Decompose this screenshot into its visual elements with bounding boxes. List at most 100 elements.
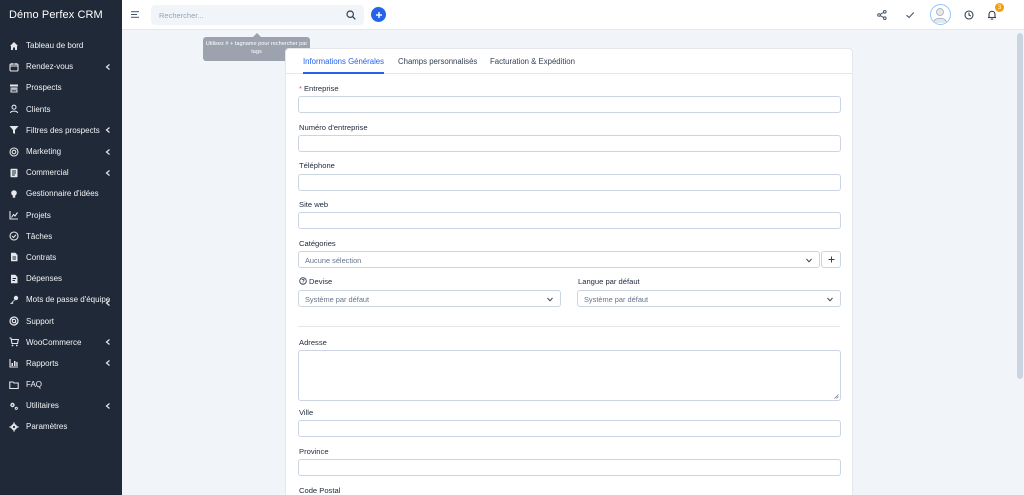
- company-field[interactable]: [298, 96, 841, 113]
- receipt-icon: [9, 274, 19, 284]
- chevron-left-icon: [105, 360, 110, 367]
- quick-add-button[interactable]: [371, 7, 386, 22]
- share-icon: [877, 10, 887, 20]
- categories-label: Catégories: [299, 239, 336, 248]
- currency-label-text: Devise: [309, 277, 333, 286]
- sidebar-item-support[interactable]: Support: [0, 310, 122, 331]
- city-field[interactable]: [298, 420, 841, 437]
- user-avatar-icon: [933, 8, 947, 24]
- search-box: [151, 5, 364, 25]
- city-label: Ville: [299, 408, 314, 417]
- sidebar-item-utilitaires[interactable]: Utilitaires: [0, 395, 122, 416]
- sidebar-item-depenses[interactable]: Dépenses: [0, 268, 122, 289]
- notification-count-badge: 3: [995, 3, 1004, 12]
- sidebar-item-label: Projets: [26, 210, 51, 220]
- sidebar-item-filtres-des-prospects[interactable]: Filtres des prospects: [0, 120, 122, 141]
- check-circle-icon: [9, 231, 19, 241]
- chevron-left-icon: [105, 402, 110, 409]
- sidebar-item-tableau-de-bord[interactable]: Tableau de bord: [0, 35, 122, 56]
- target-icon: [9, 146, 19, 157]
- sidebar-item-clients[interactable]: Clients: [0, 99, 122, 120]
- chevron-left-icon: [105, 169, 110, 176]
- sidebar-item-prospects[interactable]: Prospects: [0, 77, 122, 98]
- sidebar-item-label: Clients: [26, 104, 51, 114]
- document-icon: [9, 168, 19, 178]
- categories-select[interactable]: Aucune sélection: [298, 251, 820, 268]
- currency-select[interactable]: Système par défaut: [298, 290, 561, 307]
- top-header: 3: [122, 0, 1024, 30]
- form-tabs: Informations Générales Champs personnali…: [286, 49, 852, 74]
- province-field[interactable]: [298, 459, 841, 476]
- company-number-field[interactable]: [298, 135, 841, 152]
- sidebar-menu: Tableau de bord Rendez-vous Prospects Cl…: [0, 35, 122, 438]
- user-icon: [9, 104, 19, 114]
- sidebar-item-label: Gestionnaire d'idées: [26, 189, 99, 199]
- sidebar-item-contrats[interactable]: Contrats: [0, 247, 122, 268]
- chevron-left-icon: [105, 63, 110, 70]
- lightbulb-icon: [9, 189, 19, 199]
- avatar[interactable]: [930, 4, 951, 25]
- sidebar-item-rendez-vous[interactable]: Rendez-vous: [0, 56, 122, 77]
- resize-handle-icon[interactable]: [834, 394, 839, 399]
- chevron-left-icon: [105, 300, 110, 307]
- chevron-down-icon: [806, 258, 812, 263]
- website-label: Site web: [299, 200, 329, 209]
- sidebar-item-mots-de-passe[interactable]: Mots de passe d'équipe: [0, 289, 122, 310]
- sidebar-item-label: Utilitaires: [26, 401, 59, 411]
- sidebar-item-label: Commercial: [26, 168, 69, 178]
- search-icon[interactable]: [346, 10, 356, 20]
- phone-field[interactable]: [298, 174, 841, 191]
- sidebar-item-commercial[interactable]: Commercial: [0, 162, 122, 183]
- sidebar-item-faq[interactable]: FAQ: [0, 374, 122, 395]
- sidebar-item-label: Marketing: [26, 147, 62, 157]
- sidebar-item-rapports[interactable]: Rapports: [0, 353, 122, 374]
- hamburger-menu-icon[interactable]: [131, 11, 139, 18]
- plus-icon: [375, 11, 382, 18]
- plus-icon: [828, 256, 834, 263]
- categories-select-value: Aucune sélection: [305, 256, 362, 265]
- sidebar-item-label: Filtres des prospects: [26, 125, 100, 135]
- help-circle-icon[interactable]: [299, 277, 307, 285]
- filter-icon: [9, 125, 19, 135]
- company-label-text: Entreprise: [303, 84, 339, 93]
- brand-title[interactable]: Démo Perfex CRM: [0, 0, 122, 30]
- sidebar-item-parametres[interactable]: Paramètres: [0, 416, 122, 437]
- search-input[interactable]: [151, 5, 336, 25]
- bar-chart-icon: [9, 358, 19, 368]
- chevron-down-icon: [827, 297, 833, 302]
- key-icon: [9, 295, 19, 305]
- clock-icon: [964, 10, 974, 20]
- sidebar-item-marketing[interactable]: Marketing: [0, 141, 122, 162]
- province-label: Province: [299, 447, 329, 456]
- tab-champs-personnalises[interactable]: Champs personnalisés: [398, 49, 477, 74]
- language-select[interactable]: Système par défaut: [577, 290, 841, 307]
- sidebar-item-label: Dépenses: [26, 274, 63, 284]
- sidebar-item-label: Support: [26, 316, 55, 326]
- prospects-icon: [9, 83, 19, 93]
- sidebar-item-woocommerce[interactable]: WooCommerce: [0, 332, 122, 353]
- chart-icon: [9, 210, 19, 220]
- scrollbar-thumb[interactable]: [1017, 33, 1023, 379]
- tab-informations-generales[interactable]: Informations Générales: [303, 49, 385, 74]
- chevron-down-icon: [547, 297, 553, 302]
- todo-button[interactable]: [901, 0, 919, 30]
- cart-icon: [9, 337, 19, 347]
- add-category-button[interactable]: [821, 251, 841, 268]
- timer-button[interactable]: [960, 0, 978, 30]
- website-field[interactable]: [298, 212, 841, 229]
- sidebar-item-gestionnaire-idees[interactable]: Gestionnaire d'idées: [0, 183, 122, 204]
- chevron-left-icon: [105, 127, 110, 134]
- language-label: Langue par défaut: [578, 277, 640, 286]
- tab-facturation-expedition[interactable]: Facturation & Expédition: [490, 49, 575, 74]
- postal-code-label: Code Postal: [299, 486, 341, 495]
- file-icon: [9, 252, 19, 262]
- sidebar-item-label: Rapports: [26, 358, 59, 368]
- share-button[interactable]: [873, 0, 891, 30]
- company-number-label: Numéro d'entreprise: [299, 123, 368, 132]
- sidebar-item-taches[interactable]: Tâches: [0, 226, 122, 247]
- folder-icon: [9, 380, 19, 390]
- sidebar-item-projets[interactable]: Projets: [0, 205, 122, 226]
- page-scrollbar[interactable]: [1016, 30, 1024, 495]
- sidebar-item-label: Tâches: [26, 231, 53, 241]
- address-textarea[interactable]: [298, 350, 841, 401]
